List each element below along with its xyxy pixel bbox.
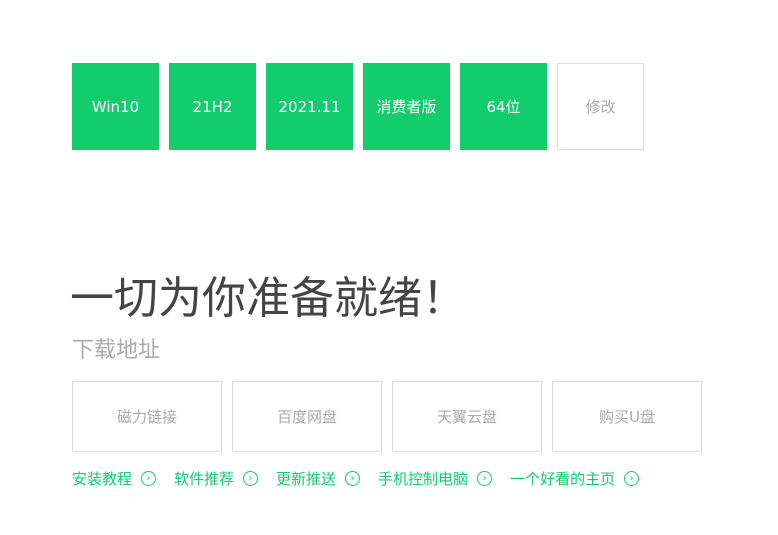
- link-label: 一个好看的主页: [510, 470, 616, 488]
- edit-button[interactable]: 修改: [557, 63, 644, 150]
- link-software[interactable]: 软件推荐 ›: [174, 468, 259, 489]
- option-arch[interactable]: 64位: [460, 63, 547, 150]
- option-version[interactable]: 21H2: [169, 63, 256, 150]
- link-row: 安装教程 › 软件推荐 › 更新推送 › 手机控制电脑 › 一个好看的主页 ›: [72, 468, 640, 489]
- link-label: 软件推荐: [174, 470, 235, 488]
- chevron-right-circle-icon: ›: [624, 471, 640, 486]
- chevron-right-circle-icon: ›: [141, 471, 157, 486]
- link-homepage[interactable]: 一个好看的主页 ›: [510, 468, 640, 489]
- option-os[interactable]: Win10: [72, 63, 159, 150]
- option-date[interactable]: 2021.11: [266, 63, 353, 150]
- link-label: 更新推送: [276, 470, 337, 488]
- option-edition[interactable]: 消费者版: [363, 63, 450, 150]
- chevron-right-circle-icon: ›: [345, 471, 361, 486]
- download-options: 磁力链接 百度网盘 天翼云盘 购买U盘: [72, 381, 702, 452]
- version-options: Win10 21H2 2021.11 消费者版 64位 修改: [72, 63, 644, 150]
- link-label: 手机控制电脑: [378, 470, 469, 488]
- download-magnet-button[interactable]: 磁力链接: [72, 381, 222, 452]
- chevron-right-circle-icon: ›: [477, 471, 493, 486]
- link-label: 安装教程: [72, 470, 133, 488]
- buy-usb-button[interactable]: 购买U盘: [552, 381, 702, 452]
- link-updates[interactable]: 更新推送 ›: [276, 468, 361, 489]
- page-title: 一切为你准备就绪！: [70, 273, 466, 324]
- download-tianyi-button[interactable]: 天翼云盘: [392, 381, 542, 452]
- download-subtitle: 下载地址: [72, 338, 161, 363]
- link-install-tutorial[interactable]: 安装教程 ›: [72, 468, 157, 489]
- link-phone-control[interactable]: 手机控制电脑 ›: [378, 468, 493, 489]
- download-baidu-button[interactable]: 百度网盘: [232, 381, 382, 452]
- chevron-right-circle-icon: ›: [243, 471, 259, 486]
